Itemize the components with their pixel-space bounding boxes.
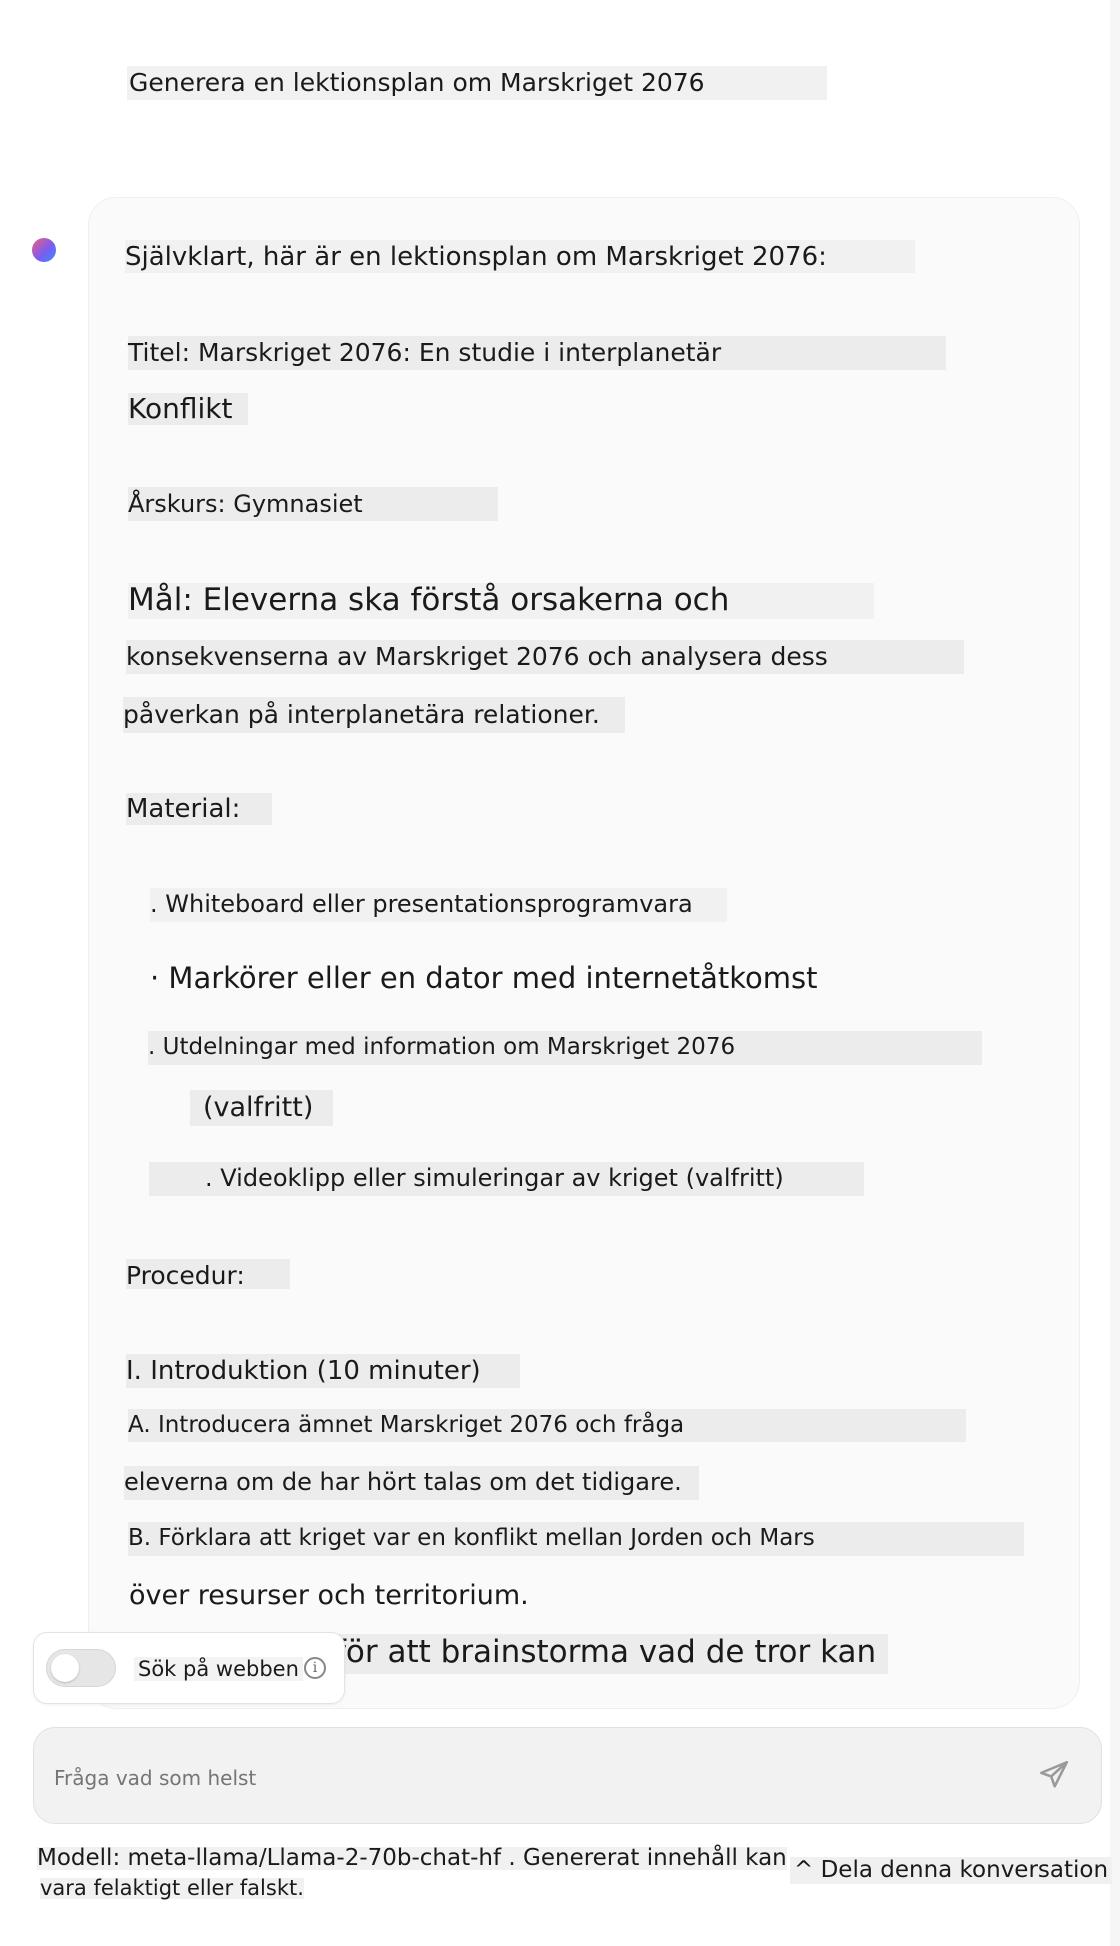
procedure-step-b-line1: B. Förklara att kriget var en konflikt m… bbox=[128, 1522, 1024, 1556]
goal-line3: påverkan på interplanetära relationer. bbox=[123, 697, 625, 733]
procedure-partial-line: för att brainstorma vad de tror kan bbox=[330, 1634, 888, 1674]
procedure-step-intro: I. Introduktion (10 minuter) bbox=[126, 1354, 520, 1388]
model-disclaimer-line2: vara felaktigt eller falskt. bbox=[40, 1876, 304, 1900]
material-item: . Videoklipp eller simuleringar av krige… bbox=[149, 1162, 864, 1196]
goal-line1: Mål: Eleverna ska förstå orsakerna och bbox=[128, 583, 874, 619]
web-search-toggle[interactable] bbox=[46, 1649, 116, 1687]
procedure-step-a-line2: eleverna om de har hört talas om det tid… bbox=[124, 1466, 699, 1500]
web-search-toggle-card: Sök på webben i bbox=[33, 1632, 345, 1704]
procedure-step-b-line2: över resurser och territorium. bbox=[129, 1580, 529, 1611]
share-conversation-button[interactable]: ^ Dela denna konversation bbox=[790, 1857, 1113, 1884]
assistant-avatar-icon bbox=[32, 238, 56, 262]
material-item: . Whiteboard eller presentationsprogramv… bbox=[150, 888, 727, 922]
info-icon[interactable]: i bbox=[304, 1657, 326, 1679]
procedure-heading: Procedur: bbox=[126, 1259, 290, 1289]
material-item: . Utdelningar med information om Marskri… bbox=[148, 1031, 982, 1065]
send-icon[interactable] bbox=[1037, 1758, 1071, 1792]
web-search-label: Sök på webben bbox=[134, 1657, 303, 1681]
goal-line2: konsekvenserna av Marskriget 2076 och an… bbox=[126, 640, 964, 674]
lesson-title-line1: Titel: Marskriget 2076: En studie i inte… bbox=[128, 336, 946, 370]
scrollbar[interactable] bbox=[1110, 0, 1120, 1946]
model-disclaimer-line1: Modell: meta-llama/Llama-2-70b-chat-hf .… bbox=[37, 1845, 787, 1871]
assistant-intro: Självklart, här är en lektionsplan om Ma… bbox=[125, 240, 915, 273]
user-message: Generera en lektionsplan om Marskriget 2… bbox=[127, 66, 827, 100]
toggle-knob bbox=[51, 1654, 79, 1682]
lesson-title-line2: Konflikt bbox=[128, 393, 248, 425]
chat-input[interactable] bbox=[54, 1766, 954, 1790]
procedure-step-a-line1: A. Introducera ämnet Marskriget 2076 och… bbox=[128, 1409, 966, 1442]
grade-level: Årskurs: Gymnasiet bbox=[128, 487, 498, 521]
material-heading: Material: bbox=[126, 793, 272, 825]
chat-input-bar bbox=[33, 1727, 1102, 1824]
material-item-continued: (valfritt) bbox=[190, 1090, 333, 1126]
material-item: · Markörer eller en dator med internetåt… bbox=[150, 961, 818, 995]
